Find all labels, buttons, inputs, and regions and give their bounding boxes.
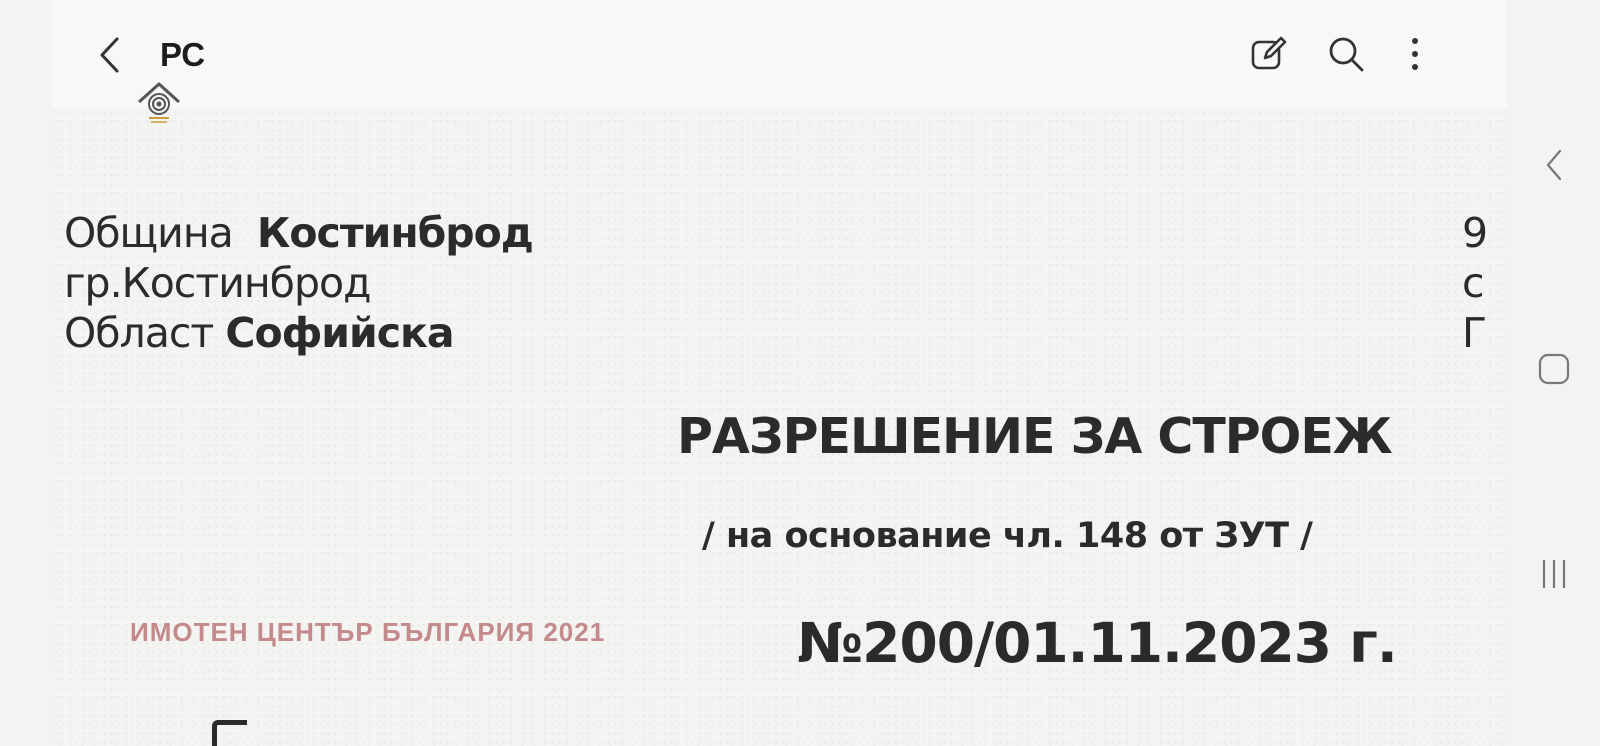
system-home-button[interactable] [1529, 344, 1579, 394]
municipality-label: Община [64, 209, 234, 257]
agency-logo [135, 80, 183, 128]
edge-fragment: с [1462, 259, 1485, 307]
home-icon [1538, 353, 1570, 385]
back-button[interactable] [90, 30, 130, 80]
back-icon [1546, 149, 1562, 181]
search-icon [1329, 37, 1364, 72]
chevron-left-icon [100, 37, 119, 73]
more-vertical-icon [1412, 38, 1418, 70]
search-button[interactable] [1324, 32, 1368, 76]
system-navigation-bar [1507, 0, 1600, 746]
more-options-button[interactable] [1393, 32, 1437, 76]
region-name: Софийска [225, 309, 454, 357]
document-page: Община Костинброд гр.Костинброд Област С… [52, 108, 1507, 746]
right-edge-fragments: 9 с Г [1462, 208, 1488, 358]
system-back-button[interactable] [1529, 140, 1579, 190]
permit-number: №200/01.11.2023 г. [797, 611, 1398, 675]
edge-fragment: Г [1462, 309, 1488, 357]
edit-icon [1251, 36, 1287, 70]
recents-icon [1542, 560, 1566, 588]
issuer-block: Община Костинброд гр.Костинброд Област С… [64, 208, 534, 358]
top-app-bar: РС [52, 0, 1507, 109]
region-label: Област [64, 309, 214, 357]
partial-glyph [212, 720, 247, 746]
legal-basis: / на основание чл. 148 от ЗУТ / [702, 516, 1313, 556]
edge-fragment: 9 [1462, 209, 1489, 257]
city-line: гр.Костинброд [64, 259, 371, 307]
document-viewer-app: РС Община Костинброд гр.Костинброд Облас… [52, 0, 1507, 746]
edit-button[interactable] [1247, 32, 1291, 76]
watermark: ИМОТЕН ЦЕНТЪР БЪЛГАРИЯ 2021 [130, 617, 606, 647]
page-title: РС [160, 36, 206, 73]
document-title: РАЗРЕШЕНИЕ ЗА СТРОЕЖ [677, 408, 1393, 465]
municipality-name: Костинброд [256, 209, 534, 257]
system-recents-button[interactable] [1529, 549, 1579, 599]
